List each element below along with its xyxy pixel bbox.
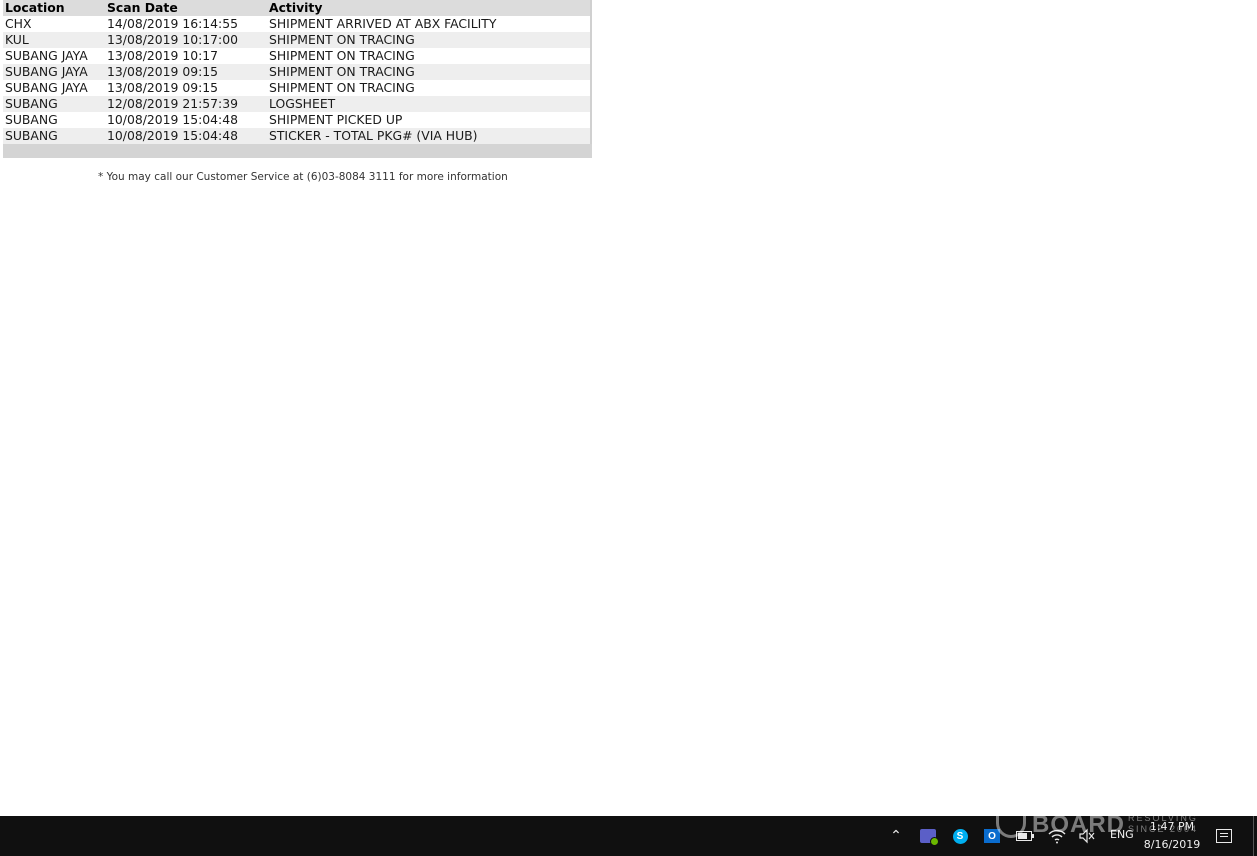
- cell-location: SUBANG JAYA: [3, 80, 105, 96]
- chevron-up-icon[interactable]: ⌃: [886, 826, 906, 846]
- wifi-icon[interactable]: [1047, 826, 1067, 846]
- windows-taskbar: ⌃ S O ENG 1:47 PM 8/16/2019: [0, 816, 1257, 856]
- clock-time: 1:47 PM: [1149, 820, 1195, 833]
- cell-activity: SHIPMENT ON TRACING: [267, 32, 590, 48]
- cell-activity: SHIPMENT ARRIVED AT ABX FACILITY: [267, 16, 590, 32]
- cell-scan-date: 13/08/2019 09:15: [105, 80, 267, 96]
- cell-location: KUL: [3, 32, 105, 48]
- cell-activity: SHIPMENT PICKED UP: [267, 112, 590, 128]
- cell-location: SUBANG JAYA: [3, 48, 105, 64]
- customer-service-note: * You may call our Customer Service at (…: [98, 171, 508, 183]
- cell-activity: SHIPMENT ON TRACING: [267, 80, 590, 96]
- language-indicator[interactable]: ENG: [1110, 828, 1134, 841]
- outlook-icon[interactable]: O: [982, 826, 1002, 846]
- table-row: CHX 14/08/2019 16:14:55 SHIPMENT ARRIVED…: [3, 16, 590, 32]
- cell-scan-date: 13/08/2019 10:17: [105, 48, 267, 64]
- cell-activity: SHIPMENT ON TRACING: [267, 64, 590, 80]
- table-row: SUBANG 10/08/2019 15:04:48 SHIPMENT PICK…: [3, 112, 590, 128]
- tracking-panel: Location Scan Date Activity CHX 14/08/20…: [3, 0, 592, 158]
- table-row: SUBANG 12/08/2019 21:57:39 LOGSHEET: [3, 96, 590, 112]
- teams-icon[interactable]: [918, 826, 939, 846]
- column-header-scan-date: Scan Date: [105, 0, 267, 16]
- taskbar-clock[interactable]: 1:47 PM 8/16/2019: [1140, 818, 1204, 854]
- column-header-activity: Activity: [267, 0, 590, 16]
- skype-icon[interactable]: S: [950, 826, 970, 846]
- table-row: KUL 13/08/2019 10:17:00 SHIPMENT ON TRAC…: [3, 32, 590, 48]
- show-desktop-button[interactable]: [1253, 816, 1254, 856]
- cell-scan-date: 13/08/2019 09:15: [105, 64, 267, 80]
- cell-location: SUBANG: [3, 96, 105, 112]
- tracking-table: Location Scan Date Activity CHX 14/08/20…: [3, 0, 590, 144]
- notification-icon[interactable]: [1214, 826, 1234, 846]
- table-header-row: Location Scan Date Activity: [3, 0, 590, 16]
- table-footer-bar: [3, 144, 592, 158]
- cell-location: CHX: [3, 16, 105, 32]
- cell-scan-date: 12/08/2019 21:57:39: [105, 96, 267, 112]
- column-header-location: Location: [3, 0, 105, 16]
- cell-scan-date: 10/08/2019 15:04:48: [105, 112, 267, 128]
- cell-location: SUBANG: [3, 112, 105, 128]
- cell-activity: LOGSHEET: [267, 96, 590, 112]
- volume-muted-icon[interactable]: [1077, 826, 1097, 846]
- clock-date: 8/16/2019: [1143, 838, 1201, 851]
- table-row: SUBANG JAYA 13/08/2019 10:17 SHIPMENT ON…: [3, 48, 590, 64]
- cell-location: SUBANG JAYA: [3, 64, 105, 80]
- cell-activity: SHIPMENT ON TRACING: [267, 48, 590, 64]
- wifi-glyph: [1048, 829, 1066, 844]
- cell-scan-date: 13/08/2019 10:17:00: [105, 32, 267, 48]
- cell-location: SUBANG: [3, 128, 105, 144]
- table-row: SUBANG 10/08/2019 15:04:48 STICKER - TOT…: [3, 128, 590, 144]
- table-row: SUBANG JAYA 13/08/2019 09:15 SHIPMENT ON…: [3, 80, 590, 96]
- cell-scan-date: 14/08/2019 16:14:55: [105, 16, 267, 32]
- cell-activity: STICKER - TOTAL PKG# (VIA HUB): [267, 128, 590, 144]
- cell-scan-date: 10/08/2019 15:04:48: [105, 128, 267, 144]
- battery-icon[interactable]: [1014, 826, 1034, 846]
- volume-glyph: [1079, 828, 1095, 844]
- table-row: SUBANG JAYA 13/08/2019 09:15 SHIPMENT ON…: [3, 64, 590, 80]
